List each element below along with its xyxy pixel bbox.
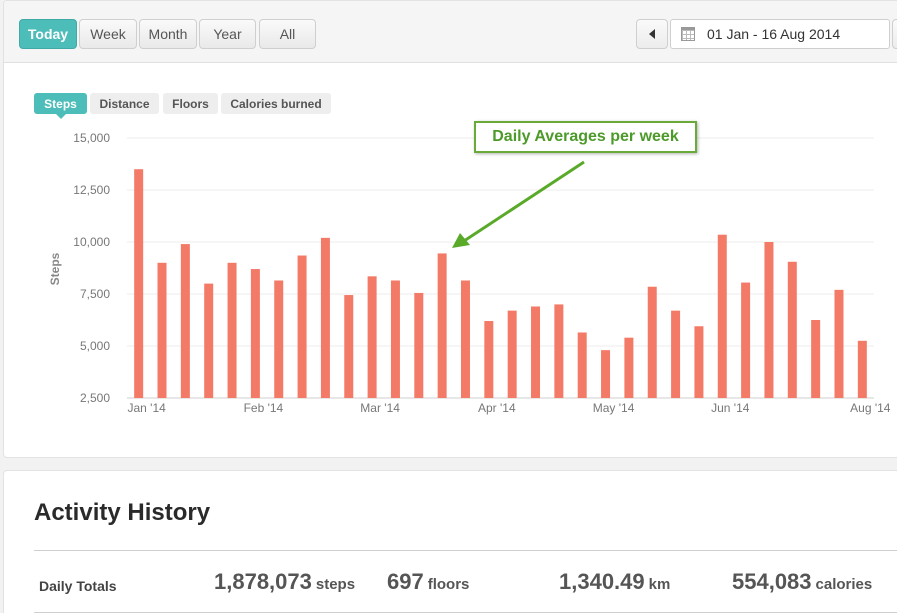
bar[interactable] [227, 262, 237, 398]
y-tick-label: 12,500 [73, 183, 110, 197]
bar[interactable] [367, 276, 377, 398]
bar[interactable] [717, 234, 727, 398]
bar[interactable] [344, 295, 354, 398]
bar[interactable] [507, 310, 517, 398]
divider [34, 550, 897, 551]
bar[interactable] [460, 280, 470, 398]
daily-totals-label: Daily Totals [39, 578, 117, 594]
activity-history-panel: Activity History Daily Totals 1,878,073 s… [3, 470, 897, 613]
y-tick-label: 7,500 [80, 287, 110, 301]
bar[interactable] [624, 337, 634, 398]
bar[interactable] [390, 280, 400, 398]
bar[interactable] [741, 282, 751, 398]
y-tick-label: 15,000 [73, 131, 110, 145]
distance-total: 1,340.49 km [559, 569, 671, 594]
bar[interactable] [671, 310, 681, 398]
bar[interactable] [484, 321, 494, 398]
x-tick-label: Mar '14 [360, 401, 400, 415]
bar[interactable] [764, 242, 774, 398]
bar[interactable] [787, 261, 797, 398]
bar[interactable] [180, 244, 190, 398]
bar[interactable] [274, 280, 284, 398]
x-tick-label: Jan '14 [128, 401, 167, 415]
activity-history-title: Activity History [34, 499, 211, 526]
bar[interactable] [297, 255, 307, 398]
x-tick-label: May '14 [593, 401, 635, 415]
bar[interactable] [250, 269, 260, 398]
y-axis-label: Steps [48, 252, 62, 285]
bar[interactable] [134, 169, 144, 398]
y-axis: 2,500 5,000 7,500 10,000 12,500 15,000 [73, 131, 110, 405]
y-tick-label: 2,500 [80, 391, 110, 405]
annotation-callout: Daily Averages per week [474, 121, 697, 153]
bar[interactable] [320, 237, 330, 398]
y-tick-label: 10,000 [73, 235, 110, 249]
bar[interactable] [601, 350, 611, 398]
bar[interactable] [647, 286, 657, 398]
bar[interactable] [414, 292, 424, 398]
gridlines [127, 137, 874, 399]
bar[interactable] [811, 320, 821, 398]
calories-total: 554,083 calories [732, 569, 873, 594]
x-tick-label: Aug '14 [850, 401, 891, 415]
bar[interactable] [857, 340, 867, 398]
x-tick-label: Jun '14 [711, 401, 750, 415]
bar[interactable] [437, 253, 447, 398]
x-axis: Jan '14 Feb '14 Mar '14 Apr '14 May '14 Jun '… [128, 401, 891, 415]
y-tick-label: 5,000 [80, 339, 110, 353]
bar[interactable] [694, 326, 704, 398]
floors-total: 697 floors [387, 569, 470, 594]
steps-bar-chart: 2,500 5,000 7,500 10,000 12,500 15,000 Jan '1… [48, 131, 891, 415]
annotation-arrow [452, 160, 585, 248]
bar[interactable] [531, 306, 541, 398]
steps-total: 1,878,073 steps [214, 569, 356, 594]
bar[interactable] [834, 289, 844, 398]
bars [134, 169, 867, 398]
x-tick-label: Feb '14 [244, 401, 284, 415]
chart-panel: Today Week Month Year All 01 Jan - 16 Au… [3, 0, 897, 458]
bar[interactable] [577, 332, 587, 398]
bar[interactable] [554, 304, 564, 398]
bar[interactable] [157, 262, 167, 398]
bar[interactable] [204, 283, 214, 398]
x-tick-label: Apr '14 [478, 401, 516, 415]
